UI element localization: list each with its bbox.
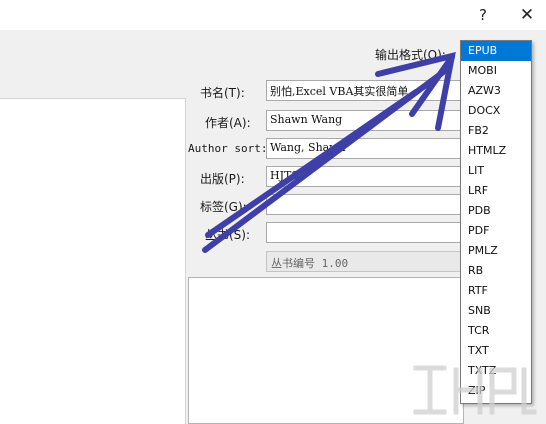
cover-preview-area (0, 98, 186, 424)
format-option-txt[interactable]: TXT (461, 341, 531, 361)
format-option-snb[interactable]: SNB (461, 301, 531, 321)
output-format-dropdown-list[interactable]: EPUB MOBI AZW3 DOCX FB2 HTMLZ LIT LRF PDB PDF PMLZ… (460, 40, 532, 404)
tags-field[interactable] (266, 194, 466, 215)
format-option-rtf[interactable]: RTF (461, 281, 531, 301)
series-label: 丛书(S): (205, 228, 251, 242)
publisher-field[interactable]: HJTS (266, 166, 466, 187)
help-button[interactable]: ? (472, 4, 494, 26)
series-field[interactable] (266, 222, 466, 243)
dialog-title-bar: ? ✕ (0, 0, 546, 30)
watermark-logo (413, 365, 537, 415)
title-label: 书名(T): (200, 86, 245, 100)
format-option-htmlz[interactable]: HTMLZ (461, 141, 531, 161)
format-option-pdf[interactable]: PDF (461, 221, 531, 241)
title-field[interactable]: 别怕,Excel VBA其实很简单 (266, 80, 466, 101)
author-field[interactable]: Shawn Wang (266, 110, 466, 131)
format-option-mobi[interactable]: MOBI (461, 61, 531, 81)
format-option-lit[interactable]: LIT (461, 161, 531, 181)
close-button[interactable]: ✕ (516, 4, 538, 26)
format-option-pmlz[interactable]: PMLZ (461, 241, 531, 261)
output-format-label: 输出格式(O): (375, 48, 446, 62)
author-label: 作者(A): (205, 116, 251, 130)
publisher-label: 出版(P): (200, 172, 245, 186)
series-number-spinbox[interactable]: 丛书编号 1.00 (266, 251, 466, 272)
author-sort-field[interactable]: Wang, Shawn (266, 138, 466, 159)
format-option-docx[interactable]: DOCX (461, 101, 531, 121)
format-option-lrf[interactable]: LRF (461, 181, 531, 201)
format-option-azw3[interactable]: AZW3 (461, 81, 531, 101)
format-option-epub[interactable]: EPUB (461, 41, 531, 61)
author-sort-label: Author sort: (188, 142, 268, 155)
format-option-rb[interactable]: RB (461, 261, 531, 281)
format-option-fb2[interactable]: FB2 (461, 121, 531, 141)
format-option-pdb[interactable]: PDB (461, 201, 531, 221)
format-option-tcr[interactable]: TCR (461, 321, 531, 341)
tags-label: 标签(G): (200, 200, 247, 214)
